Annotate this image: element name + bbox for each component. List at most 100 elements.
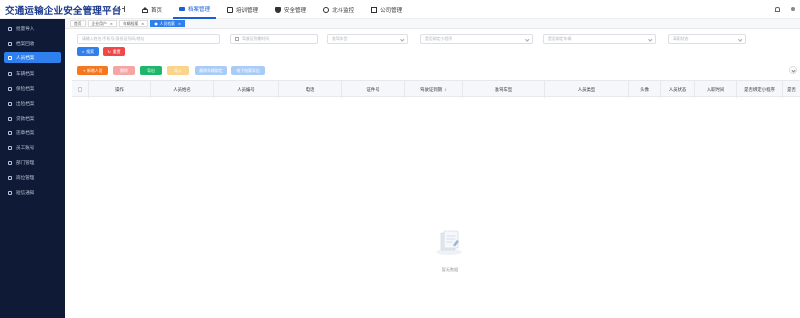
vehicle-bound-placeholder: 是否绑定车辆 (548, 36, 572, 41)
chevron-down-icon (399, 36, 404, 41)
sidebar-item-claims[interactable]: 出险档案 (4, 98, 61, 109)
chevron-down-icon (524, 36, 529, 41)
table-header: 操作 人员姓名 人员编号 电话 证件号 驾驶证到期 ⇕ 准驾车型 人员类型 头像 … (72, 80, 800, 98)
nav-label: 档案管理 (188, 6, 211, 13)
vehicle-bound-select[interactable]: 是否绑定车辆 (543, 34, 656, 44)
nav-safety[interactable]: 安全管理 (269, 0, 312, 19)
nav-label: 北斗监控 (332, 7, 355, 14)
sidebar-item-departments[interactable]: 部门管理 (4, 157, 61, 168)
chevron-down-icon (737, 36, 742, 41)
sidebar-item-label: 出险档案 (16, 101, 35, 107)
reset-button-label: 重置 (112, 48, 121, 54)
tag-personnel-archive[interactable]: ● 人员档案 × (150, 20, 186, 27)
sidebar-item-label: 员工账号 (16, 145, 35, 151)
unbind-vehicle-label: 解除车辆绑定 (199, 67, 223, 73)
select-all-cell (72, 81, 89, 98)
calendar-icon (235, 37, 239, 41)
top-nav: 首页 档案管理 培训管理 安全管理 北斗监控 公司管理 (136, 0, 413, 19)
sidebar-item-loans[interactable]: 贷款档案 (4, 113, 61, 124)
sidebar-item-label: 岗位管理 (16, 175, 35, 181)
tag-enterprise-users[interactable]: 企业用户 × (87, 20, 117, 27)
tag-home[interactable]: 首页 (70, 20, 86, 27)
column-header: 是否绑定小程序 (737, 81, 783, 98)
reset-button[interactable]: ↻ 重置 (103, 47, 125, 56)
person-icon (8, 55, 12, 60)
mini-program-select[interactable]: 是否绑定小程序 (420, 34, 533, 44)
unbind-vehicle-button[interactable]: 解除车辆绑定 (195, 66, 227, 75)
nav-label: 公司管理 (380, 7, 403, 14)
sidebar-item-label: 车辆档案 (16, 71, 35, 77)
column-header: 入职时间 (695, 81, 737, 98)
close-icon[interactable]: × (110, 21, 113, 26)
column-header: 电话 (279, 81, 342, 98)
gear-icon (323, 6, 330, 13)
license-expiry-placeholder: 驾驶证到期时间 (242, 36, 270, 41)
book-icon (227, 6, 234, 13)
building-icon (371, 6, 378, 13)
nav-training[interactable]: 培训管理 (221, 0, 264, 19)
status-placeholder: 离职状态 (673, 36, 689, 41)
column-header: 证件号 (342, 81, 405, 98)
e-archive-export-button[interactable]: 电子档案导出 (231, 66, 265, 75)
search-icon: ⌕ (82, 49, 85, 54)
license-expiry-picker[interactable]: 驾驶证到期时间 (230, 34, 318, 44)
sidebar-item-violations[interactable]: 违章档案 (4, 127, 61, 138)
close-icon[interactable]: × (141, 21, 144, 26)
nav-company[interactable]: 公司管理 (365, 0, 408, 19)
tag-vehicle-archive[interactable]: 车辆档案 × (118, 20, 149, 27)
position-icon (8, 175, 12, 180)
truck-icon (179, 6, 186, 11)
search-button[interactable]: ⌕ 搜索 (77, 47, 99, 56)
menu-collapse-icon[interactable] (119, 6, 125, 12)
sidebar-item-label: 档案回收 (16, 41, 35, 47)
department-icon (8, 160, 12, 165)
export-button[interactable]: 导出 (140, 66, 162, 75)
add-person-button[interactable]: + 新增人员 (77, 66, 108, 75)
shield-icon (275, 6, 282, 13)
import-button[interactable]: 导入 (167, 66, 189, 75)
sidebar-item-vehicles[interactable]: 车辆档案 (4, 68, 61, 79)
chevron-down-icon[interactable] (789, 66, 797, 74)
column-header: 操作 (89, 81, 151, 98)
column-header-sortable[interactable]: 驾驶证到期 ⇕ (405, 81, 463, 98)
column-header: 人员状态 (661, 81, 695, 98)
sms-icon (8, 190, 12, 195)
select-all-checkbox[interactable] (77, 87, 83, 92)
sidebar-item-batch-import[interactable]: 批量导入 (4, 23, 61, 34)
e-archive-export-label: 电子档案导出 (236, 67, 260, 73)
nav-label: 培训管理 (236, 7, 259, 14)
delete-button[interactable]: 删除 (113, 66, 135, 75)
status-select[interactable]: 离职状态 (668, 34, 746, 44)
close-icon[interactable]: × (178, 21, 181, 26)
sidebar: 批量导入 档案回收 人员档案 车辆档案 保险档案 出险档案 贷款档案 违章档案 … (0, 19, 65, 318)
user-avatar-icon[interactable] (791, 7, 795, 11)
search-input[interactable]: 请输入姓名/手机号/身份证号码/地址 (77, 34, 220, 44)
empty-data-icon (436, 230, 462, 255)
column-header: 是否 (787, 87, 796, 93)
tag-label: 企业用户 (91, 20, 107, 26)
sidebar-item-label: 短信通知 (16, 190, 35, 196)
column-header: 准驾车型 (463, 81, 545, 98)
sidebar-item-sms[interactable]: 短信通知 (4, 187, 61, 198)
search-placeholder: 请输入姓名/手机号/身份证号码/地址 (82, 36, 145, 41)
sidebar-item-label: 违章档案 (16, 130, 35, 136)
recycle-icon (8, 41, 12, 46)
bell-icon[interactable] (775, 7, 780, 12)
nav-beidou[interactable]: 北斗监控 (317, 0, 360, 19)
refresh-icon: ↻ (107, 49, 111, 54)
vehicle-class-select[interactable]: 准驾车型 (327, 34, 408, 44)
tag-label: 首页 (74, 20, 82, 26)
sidebar-item-archive-recycle[interactable]: 档案回收 (4, 38, 61, 49)
export-label: 导出 (147, 67, 155, 73)
column-header: 头像 (629, 81, 661, 98)
nav-label: 安全管理 (284, 7, 307, 14)
sidebar-item-accounts[interactable]: 员工账号 (4, 142, 61, 153)
sidebar-item-positions[interactable]: 岗位管理 (4, 172, 61, 183)
vehicle-class-placeholder: 准驾车型 (332, 36, 348, 41)
sidebar-item-label: 贷款档案 (16, 116, 35, 122)
sidebar-item-personnel[interactable]: 人员档案 (4, 52, 61, 63)
sidebar-item-insurance[interactable]: 保险档案 (4, 83, 61, 94)
home-icon (141, 6, 148, 13)
nav-archive[interactable]: 档案管理 (173, 0, 217, 19)
nav-home[interactable]: 首页 (136, 0, 168, 19)
